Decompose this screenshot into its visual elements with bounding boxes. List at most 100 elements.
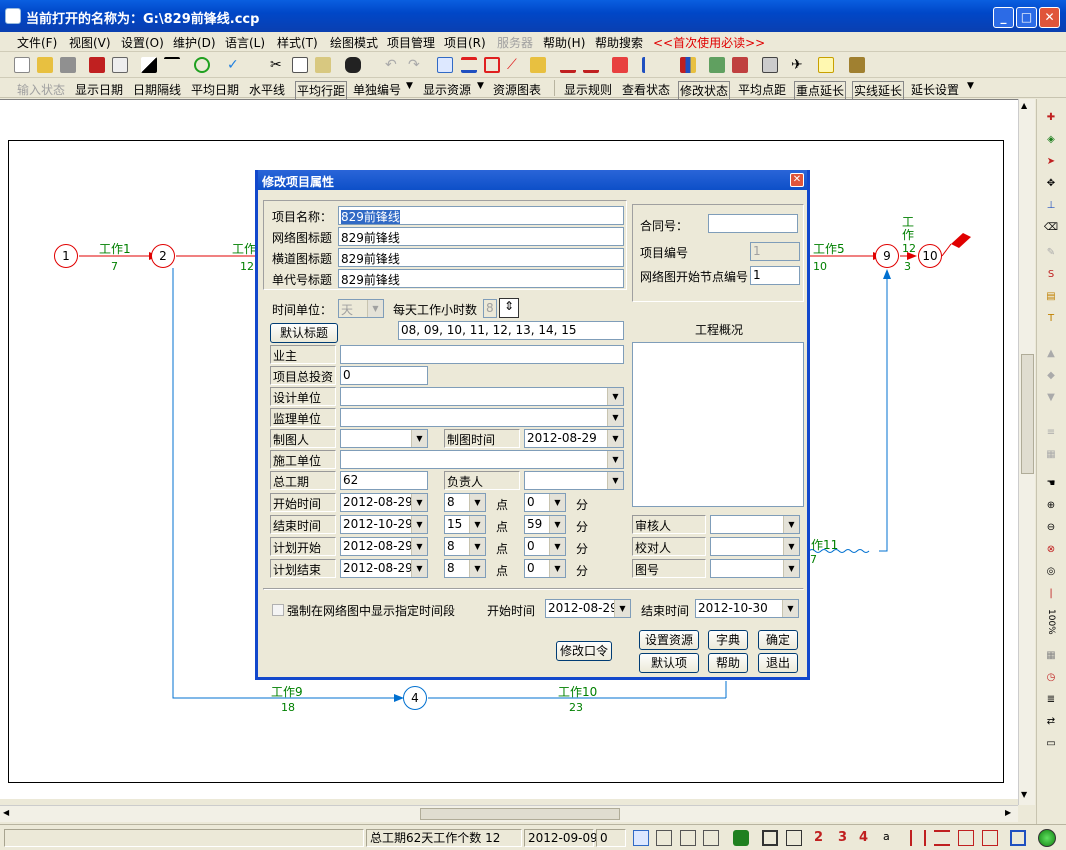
work-label[interactable]: 工作5: [813, 240, 845, 257]
open-folder-icon[interactable]: [37, 57, 53, 73]
level-3-icon[interactable]: 3: [838, 830, 847, 845]
leader-select[interactable]: ▼: [524, 471, 624, 490]
menu-maintain[interactable]: 维护(D): [173, 34, 216, 51]
builder-select[interactable]: ▼: [340, 450, 624, 469]
start-minute-select[interactable]: 0 ▼: [524, 493, 566, 512]
menu-help-search[interactable]: 帮助搜索: [595, 34, 643, 51]
split-icon[interactable]: [560, 57, 576, 73]
menu-settings[interactable]: 设置(O): [121, 34, 164, 51]
start-date-select[interactable]: 2012-08-29 ▼: [340, 493, 428, 512]
work-label[interactable]: 工作10: [558, 683, 597, 700]
maximize-button[interactable]: □: [1016, 7, 1037, 28]
network-view-icon[interactable]: [437, 57, 453, 73]
copy-icon[interactable]: [292, 57, 308, 73]
scroll-right-icon[interactable]: ▶: [1005, 808, 1011, 817]
edit-icon[interactable]: [732, 57, 748, 73]
gantt-icon[interactable]: [461, 57, 477, 73]
start-node-spinner[interactable]: 1: [750, 266, 800, 285]
swap-icon[interactable]: ⇄: [1042, 713, 1060, 731]
close-button[interactable]: ✕: [1039, 7, 1060, 28]
align-bottom-icon[interactable]: ▼: [1042, 389, 1060, 407]
dialog-close-button[interactable]: ✕: [790, 173, 804, 187]
zoom-in-icon[interactable]: ⊕: [1042, 497, 1060, 515]
eraser-icon[interactable]: ⌫: [1042, 219, 1060, 237]
menu-project[interactable]: 项目(R): [444, 34, 486, 51]
zoom-level[interactable]: 100%: [1042, 607, 1060, 637]
overview-textarea[interactable]: [632, 342, 804, 507]
fullscreen-icon[interactable]: [1010, 830, 1026, 846]
start-hour-select[interactable]: 8 ▼: [444, 493, 486, 512]
align-top-icon[interactable]: ▲: [1042, 345, 1060, 363]
checker-select[interactable]: ▼: [710, 537, 800, 556]
node-tool-icon[interactable]: ◈: [1042, 131, 1060, 149]
menu-file[interactable]: 文件(F): [17, 34, 57, 51]
text-icon[interactable]: T: [1042, 310, 1060, 328]
clock-icon[interactable]: ◷: [1042, 669, 1060, 687]
supervise-unit-select[interactable]: ▼: [340, 408, 624, 427]
view-state-button[interactable]: 查看状态: [622, 81, 670, 98]
contract-input[interactable]: [708, 214, 798, 233]
change-password-button[interactable]: 修改口令: [556, 641, 612, 661]
show-date-button[interactable]: 显示日期: [75, 81, 123, 98]
zoom-pan-icon[interactable]: ☚: [1042, 475, 1060, 493]
zoom-fit-icon[interactable]: ⊗: [1042, 541, 1060, 559]
cut-icon[interactable]: ✂: [270, 57, 286, 73]
plan-start-hour-select[interactable]: 8 ▼: [444, 537, 486, 556]
save-icon[interactable]: [60, 57, 76, 73]
resource-icon[interactable]: [530, 57, 546, 73]
node-1[interactable]: 1: [54, 244, 78, 268]
hours-spin-icon[interactable]: ⇕: [499, 298, 519, 318]
code-mode-icon[interactable]: [703, 830, 719, 846]
export-icon[interactable]: [89, 57, 105, 73]
list-icon[interactable]: ≣: [1042, 691, 1060, 709]
undo-icon[interactable]: ↶: [385, 57, 401, 73]
triangle-icon[interactable]: [141, 57, 157, 73]
plane-icon[interactable]: ✈: [791, 57, 807, 73]
gantt-mode-icon[interactable]: [656, 830, 672, 846]
menu-draw-mode[interactable]: 绘图模式: [330, 34, 378, 51]
menu-style[interactable]: 样式(T): [277, 34, 318, 51]
chart-icon[interactable]: [612, 57, 628, 73]
draw-time-select[interactable]: 2012-08-29 ▼: [524, 429, 624, 448]
solid-extend-button[interactable]: 实线延长: [852, 81, 905, 100]
tools-icon[interactable]: [709, 57, 725, 73]
merge-icon[interactable]: [583, 57, 599, 73]
zoom-window-icon[interactable]: ◎: [1042, 563, 1060, 581]
work-label[interactable]: 作11: [811, 536, 838, 553]
find-icon[interactable]: [345, 57, 361, 73]
investment-input[interactable]: 0: [340, 366, 428, 385]
menu-view[interactable]: 视图(V): [69, 34, 111, 51]
plan-end-minute-select[interactable]: 0 ▼: [524, 559, 566, 578]
key-extend-button[interactable]: 重点延长: [794, 81, 847, 100]
width-icon[interactable]: [910, 830, 926, 846]
plan-start-minute-select[interactable]: 0 ▼: [524, 537, 566, 556]
end-minute-select[interactable]: 59 ▼: [524, 515, 566, 534]
input-state-button[interactable]: 输入状态: [17, 81, 65, 98]
hours-input[interactable]: 8: [483, 299, 497, 318]
level-4-icon[interactable]: 4: [859, 830, 868, 845]
owner-input[interactable]: [340, 345, 624, 364]
scroll-up-icon[interactable]: ▲: [1021, 101, 1027, 110]
node-10[interactable]: 10: [918, 244, 942, 268]
node-4[interactable]: 4: [403, 686, 427, 710]
dictionary-button[interactable]: 字典: [708, 630, 748, 650]
bulb-icon[interactable]: [818, 57, 834, 73]
modify-state-button[interactable]: 修改状态: [678, 81, 731, 100]
fit-width-icon[interactable]: [958, 830, 974, 846]
level-2-icon[interactable]: 2: [814, 830, 823, 845]
zoom-out-icon[interactable]: ⊖: [1042, 519, 1060, 537]
align-middle-icon[interactable]: ◆: [1042, 367, 1060, 385]
resource-chart-button[interactable]: 资源图表: [493, 81, 541, 98]
design-unit-select[interactable]: ▼: [340, 387, 624, 406]
align-icon[interactable]: [164, 57, 180, 73]
menu-must-read[interactable]: <<首次使用必读>>: [653, 34, 765, 51]
print-icon[interactable]: [733, 830, 749, 846]
show-resource-button[interactable]: 显示资源: [423, 81, 471, 98]
drawer-select[interactable]: ▼: [340, 429, 428, 448]
link-icon[interactable]: ⊥: [1042, 197, 1060, 215]
project-number-spinner[interactable]: 1: [750, 242, 800, 261]
date-gridline-button[interactable]: 日期隔线: [133, 81, 181, 98]
window-icon[interactable]: ▭: [1042, 735, 1060, 753]
move-icon[interactable]: ✥: [1042, 175, 1060, 193]
landscape-icon[interactable]: [786, 830, 802, 846]
